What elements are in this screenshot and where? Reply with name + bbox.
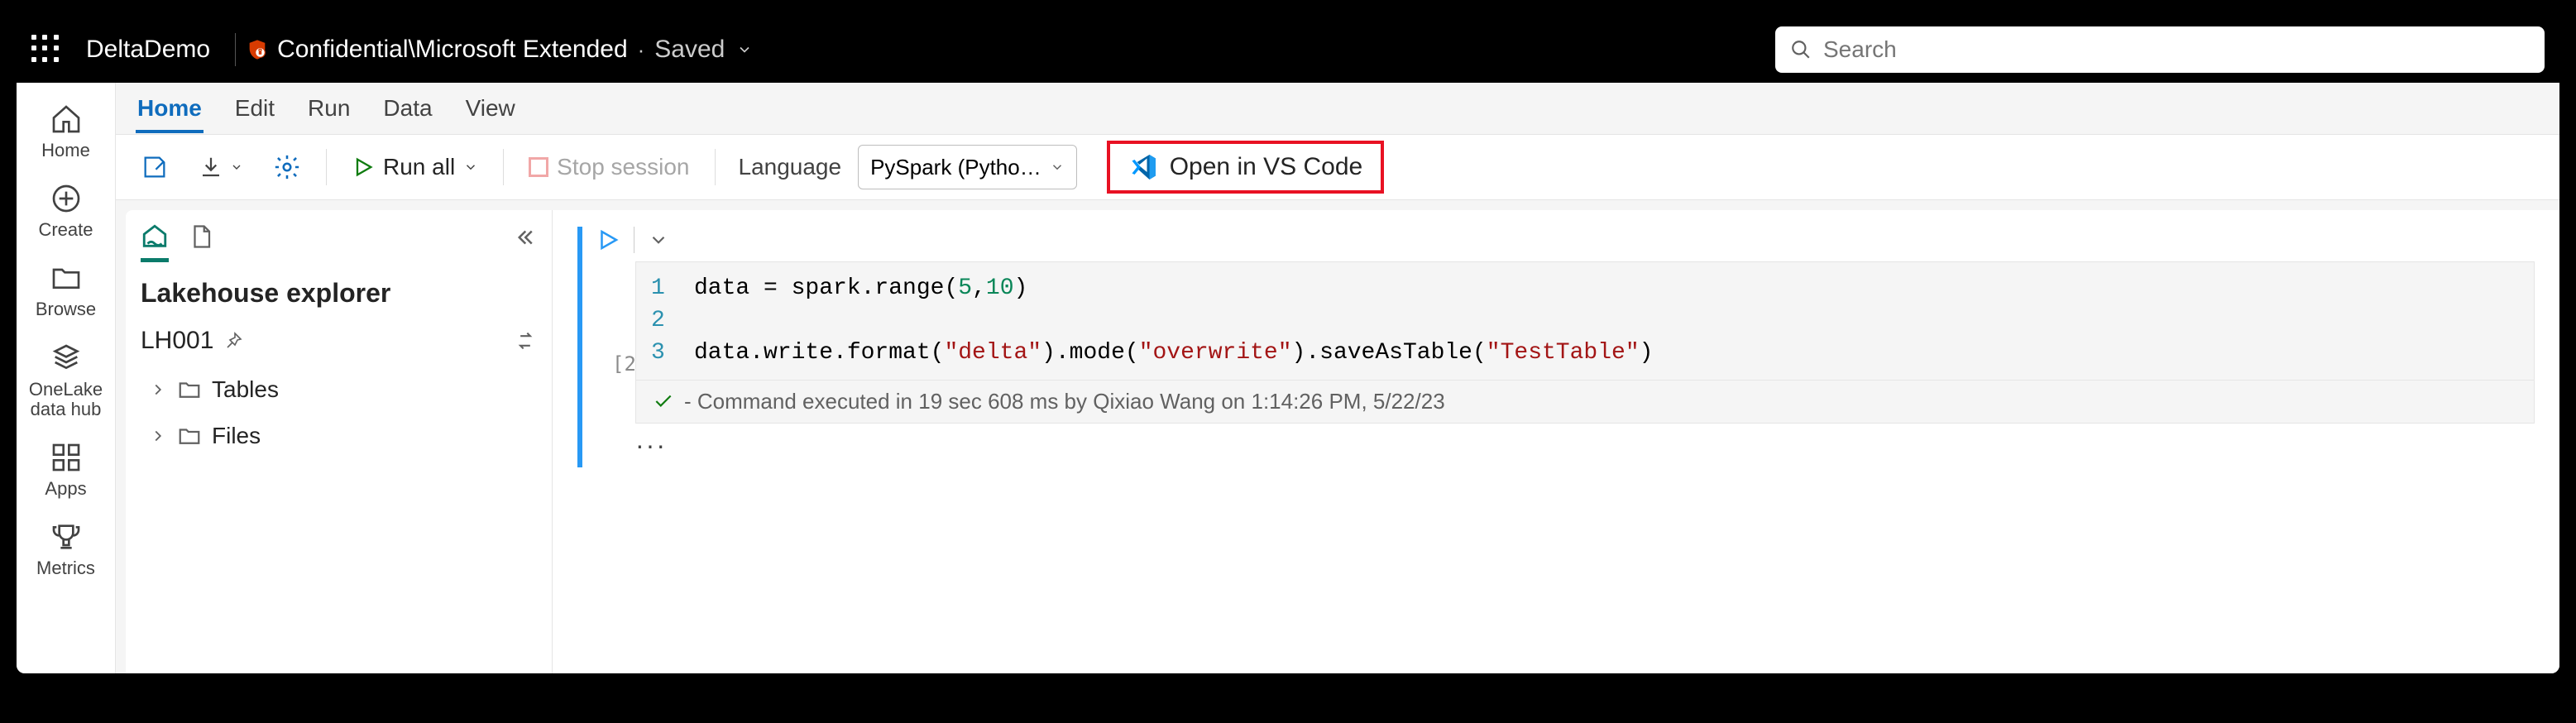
play-icon xyxy=(352,156,375,179)
tree-item-files[interactable]: Files xyxy=(149,413,552,459)
rail-label: Browse xyxy=(36,299,96,319)
chevron-down-icon xyxy=(1050,160,1065,175)
run-all-label: Run all xyxy=(383,154,455,180)
search-input[interactable] xyxy=(1823,36,2530,63)
open-vscode-label: Open in VS Code xyxy=(1170,153,1362,181)
run-all-button[interactable]: Run all xyxy=(343,149,486,185)
lakehouse-icon[interactable] xyxy=(141,223,169,251)
code-line xyxy=(694,304,2517,337)
cell-more-icon[interactable]: ··· xyxy=(635,424,2535,467)
status-text: - Command executed in 19 sec 608 ms by Q… xyxy=(684,389,1445,414)
tab-view[interactable]: View xyxy=(464,85,517,133)
separator xyxy=(326,149,327,185)
trophy-icon xyxy=(50,520,83,553)
open-in-vscode-button[interactable]: Open in VS Code xyxy=(1107,141,1384,194)
explorer-title: Lakehouse explorer xyxy=(126,256,552,320)
file-icon[interactable] xyxy=(189,222,213,251)
sensitivity-label[interactable]: Confidential\Microsoft Extended xyxy=(277,36,628,64)
check-icon xyxy=(653,390,674,412)
lakehouse-explorer-panel: Lakehouse explorer LH001 Tables xyxy=(126,210,553,673)
rail-apps[interactable]: Apps xyxy=(17,433,115,505)
rail-label: OneLake data hub xyxy=(29,380,103,419)
rail-label: Apps xyxy=(45,479,86,499)
folder-icon xyxy=(177,377,202,402)
sync-icon[interactable] xyxy=(514,329,537,352)
folder-open-icon xyxy=(50,261,83,294)
lakehouse-name[interactable]: LH001 xyxy=(141,327,243,355)
notebook-area: [2] 1 2 3 data = spark.range(5,10) data.… xyxy=(553,210,2559,673)
search-box[interactable] xyxy=(1775,26,2545,73)
onelake-icon xyxy=(50,342,83,375)
save-button[interactable] xyxy=(132,148,177,186)
cell-status: - Command executed in 19 sec 608 ms by Q… xyxy=(635,381,2535,424)
home-icon xyxy=(50,103,83,136)
settings-button[interactable] xyxy=(265,148,309,186)
line-gutter: 1 2 3 xyxy=(651,272,665,370)
tab-edit[interactable]: Edit xyxy=(233,85,276,133)
separator xyxy=(235,33,236,66)
stop-icon xyxy=(529,157,548,177)
tab-home[interactable]: Home xyxy=(136,85,203,133)
chevron-down-icon[interactable] xyxy=(736,41,753,58)
gear-icon xyxy=(273,153,301,181)
rail-browse[interactable]: Browse xyxy=(17,253,115,326)
collapse-panel-icon[interactable] xyxy=(512,225,537,250)
app-name: DeltaDemo xyxy=(86,36,210,64)
chevron-right-icon xyxy=(149,381,167,399)
vscode-icon xyxy=(1128,152,1158,182)
language-value: PySpark (Pytho… xyxy=(870,155,1041,180)
chevron-right-icon xyxy=(149,427,167,445)
rail-home[interactable]: Home xyxy=(17,94,115,167)
rail-label: Metrics xyxy=(36,558,95,578)
tab-run[interactable]: Run xyxy=(306,85,352,133)
code-cell[interactable]: [2] 1 2 3 data = spark.range(5,10) data.… xyxy=(577,227,2535,467)
rail-create[interactable]: Create xyxy=(17,174,115,247)
save-status: Saved xyxy=(654,36,725,64)
separator-dot: · xyxy=(638,37,645,63)
chevron-down-icon[interactable] xyxy=(648,229,669,251)
chevron-down-icon xyxy=(463,160,478,175)
tree-label: Tables xyxy=(212,376,279,403)
separator xyxy=(503,149,504,185)
rail-label: Home xyxy=(41,141,90,160)
apps-icon xyxy=(50,441,83,474)
separator xyxy=(715,149,716,185)
run-cell-icon[interactable] xyxy=(596,227,620,252)
language-label: Language xyxy=(739,154,842,180)
search-icon xyxy=(1790,39,1812,60)
code-line: data = spark.range(5,10) xyxy=(694,272,2517,304)
download-button[interactable] xyxy=(190,150,251,184)
save-edit-icon xyxy=(141,153,169,181)
app-launcher-icon[interactable] xyxy=(31,35,61,65)
ribbon-tabs: Home Edit Run Data View xyxy=(116,83,2559,134)
stop-session-label: Stop session xyxy=(557,154,689,180)
shield-icon xyxy=(246,38,269,61)
stop-session-button: Stop session xyxy=(520,149,697,185)
tree-item-tables[interactable]: Tables xyxy=(149,366,552,413)
toolbar: Run all Stop session Language PySpark (P… xyxy=(116,134,2559,200)
rail-metrics[interactable]: Metrics xyxy=(17,512,115,585)
code-editor[interactable]: 1 2 3 data = spark.range(5,10) data.writ… xyxy=(635,261,2535,381)
code-line: data.write.format("delta").mode("overwri… xyxy=(694,337,2517,369)
left-rail: Home Create Browse OneLake data hub Apps… xyxy=(17,83,116,673)
pin-icon[interactable] xyxy=(223,331,243,351)
folder-icon xyxy=(177,424,202,448)
download-icon xyxy=(199,155,223,180)
tree-label: Files xyxy=(212,423,261,449)
rail-label: Create xyxy=(38,220,93,240)
plus-circle-icon xyxy=(50,182,83,215)
chevron-down-icon xyxy=(230,160,243,174)
tab-data[interactable]: Data xyxy=(381,85,433,133)
rail-onelake[interactable]: OneLake data hub xyxy=(17,333,115,426)
active-underline xyxy=(141,258,169,262)
language-select[interactable]: PySpark (Pytho… xyxy=(858,145,1077,189)
